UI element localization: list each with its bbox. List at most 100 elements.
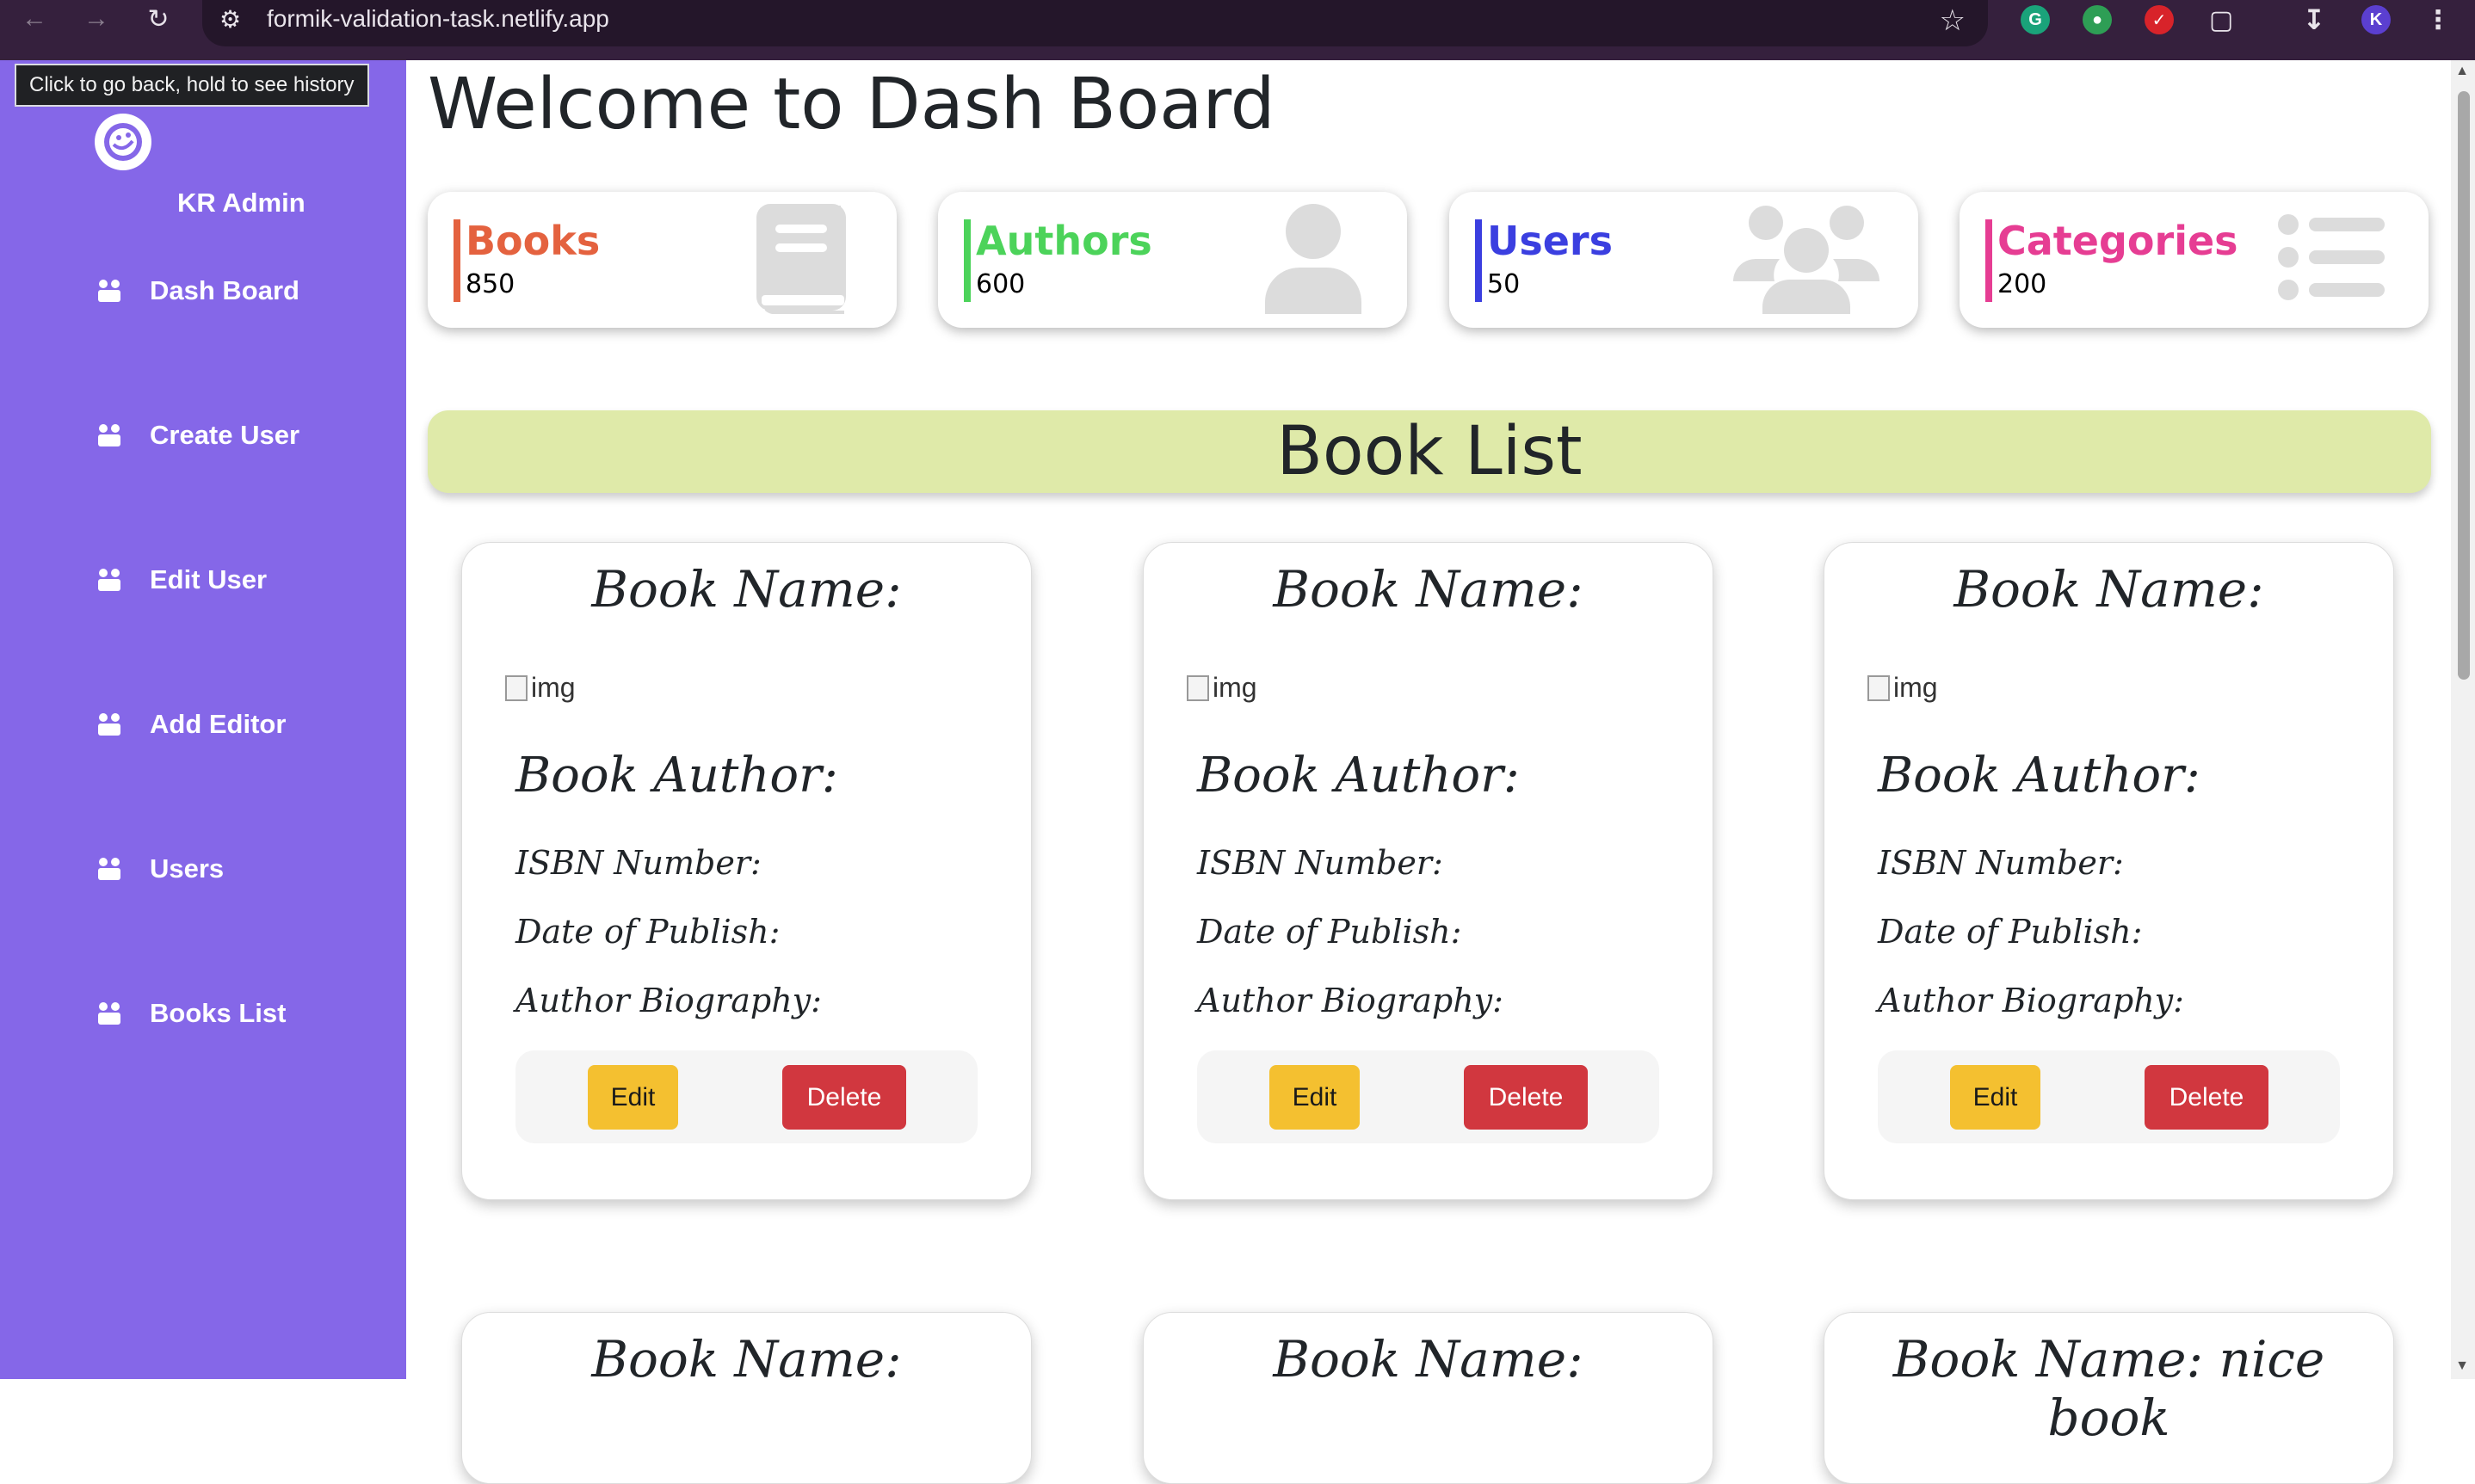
main-content: Welcome to Dash Board Books 850 Authors … [406,60,2451,1484]
grammarly-extension-icon[interactable]: G [2021,5,2050,34]
sidebar-item-label: Users [150,853,225,884]
stat-value: 850 [466,269,515,299]
smiley-logo-icon [95,114,151,170]
stat-label: Books [466,218,601,264]
book-name-label: Book Name: [591,560,902,619]
stat-label: Authors [976,218,1152,264]
edit-button[interactable]: Edit [1269,1065,1360,1130]
publish-date-label: Date of Publish: [1878,913,2143,951]
stat-accent-bar [454,219,460,302]
stat-accent-bar [1475,219,1482,302]
sidebar-item-dashboard[interactable]: Dash Board [95,275,299,306]
reload-icon[interactable]: ↻ [139,0,177,38]
users-group-icon [98,280,120,302]
broken-image-icon [1867,674,1890,701]
book-card: Book Name: img Book Author: ISBN Number:… [1143,542,1713,1200]
isbn-label: ISBN Number: [1878,844,2124,882]
book-icon [756,204,846,314]
users-group-icon [98,1002,120,1025]
broken-image-icon [1187,674,1209,701]
profile-avatar[interactable]: K [2361,5,2391,34]
browser-menu-icon[interactable]: ⋮ [2423,5,2453,34]
stat-card-books[interactable]: Books 850 [428,192,897,328]
image-alt-text: img [1893,672,1938,703]
image-alt-text: img [531,672,576,703]
stat-label: Categories [1997,218,2238,264]
stat-value: 600 [976,269,1026,299]
isbn-label: ISBN Number: [515,844,762,882]
isbn-label: ISBN Number: [1197,844,1443,882]
stat-value: 50 [1487,269,1521,299]
sidebar-item-label: Edit User [150,564,268,594]
scroll-up-icon[interactable]: ▲ [2455,64,2469,79]
back-arrow-icon[interactable]: ← [15,0,53,38]
card-actions: Edit Delete [1878,1050,2340,1143]
users-group-icon [98,424,120,446]
sidebar-item-label: Create User [150,420,300,450]
stat-accent-bar [1985,219,1992,302]
page-scrollbar[interactable]: ▲ ▼ [2451,60,2475,1379]
url-text[interactable]: formik-validation-task.netlify.app [267,5,609,33]
sidebar-item-edit-user[interactable]: Edit User [95,564,267,595]
bookmark-star-icon[interactable]: ☆ [1940,3,1966,38]
user-icon [1265,204,1361,314]
sidebar-item-add-editor[interactable]: Add Editor [95,709,286,740]
card-actions: Edit Delete [1197,1050,1659,1143]
stat-card-categories[interactable]: Categories 200 [1960,192,2429,328]
book-name-label: Book Name: nice book [1892,1330,2325,1447]
browser-toolbar: ← → ↻ ⚙ formik-validation-task.netlify.a… [0,0,2475,60]
image-alt-text: img [1213,672,1257,703]
book-name-label: Book Name: [1273,1330,1583,1389]
sidebar-item-label: Add Editor [150,709,287,739]
book-name-label: Book Name: [1273,560,1583,619]
robot-extension-icon[interactable]: ● [2083,5,2112,34]
scroll-down-icon[interactable]: ▼ [2455,1358,2469,1374]
list-icon [2278,214,2385,300]
author-biography-label: Author Biography: [1197,982,1503,1019]
sidebar-item-users[interactable]: Users [95,853,224,884]
address-bar[interactable]: ⚙ formik-validation-task.netlify.app ☆ [202,0,1988,46]
card-actions: Edit Delete [515,1050,978,1143]
forward-arrow-icon[interactable]: → [77,0,115,38]
edit-button[interactable]: Edit [588,1065,678,1130]
users-group-icon [98,569,120,591]
author-biography-label: Author Biography: [515,982,822,1019]
book-list-header: Book List [428,410,2431,493]
stat-accent-bar [964,219,971,302]
book-author-label: Book Author: [1197,748,1520,804]
edit-button[interactable]: Edit [1950,1065,2040,1130]
stat-card-users[interactable]: Users 50 [1449,192,1918,328]
stat-value: 200 [1997,269,2047,299]
stat-label: Users [1487,218,1613,264]
page-title: Welcome to Dash Board [428,64,1275,145]
book-author-label: Book Author: [1878,748,2200,804]
book-card: Book Name: nice book [1824,1312,2394,1484]
stat-card-authors[interactable]: Authors 600 [938,192,1407,328]
sidebar-item-label: Dash Board [150,275,299,305]
shield-extension-icon[interactable]: ✓ [2145,5,2174,34]
book-card: Book Name: img Book Author: ISBN Number:… [461,542,1032,1200]
back-button-tooltip: Click to go back, hold to see history [15,64,369,107]
site-settings-icon[interactable]: ⚙ [219,5,249,34]
book-card: Book Name: [1143,1312,1713,1484]
book-card: Book Name: [461,1312,1032,1484]
delete-button[interactable]: Delete [1464,1065,1588,1130]
sidebar-item-label: Books List [150,998,287,1028]
publish-date-label: Date of Publish: [515,913,781,951]
extensions-puzzle-icon[interactable]: ▢ [2207,5,2236,34]
download-icon[interactable]: ↧ [2299,4,2329,35]
book-image: img [1187,672,1257,704]
author-biography-label: Author Biography: [1878,982,2184,1019]
scroll-thumb[interactable] [2458,91,2470,680]
book-card: Book Name: img Book Author: ISBN Number:… [1824,542,2394,1200]
delete-button[interactable]: Delete [782,1065,906,1130]
sidebar-item-create-user[interactable]: Create User [95,420,299,451]
delete-button[interactable]: Delete [2145,1065,2268,1130]
brand[interactable]: KR Admin [95,114,306,218]
sidebar-item-books-list[interactable]: Books List [95,998,286,1029]
book-image: img [505,672,576,704]
section-title: Book List [1276,413,1583,490]
broken-image-icon [505,674,528,701]
users-icon [1733,206,1879,314]
book-name-label: Book Name: [1953,560,2264,619]
